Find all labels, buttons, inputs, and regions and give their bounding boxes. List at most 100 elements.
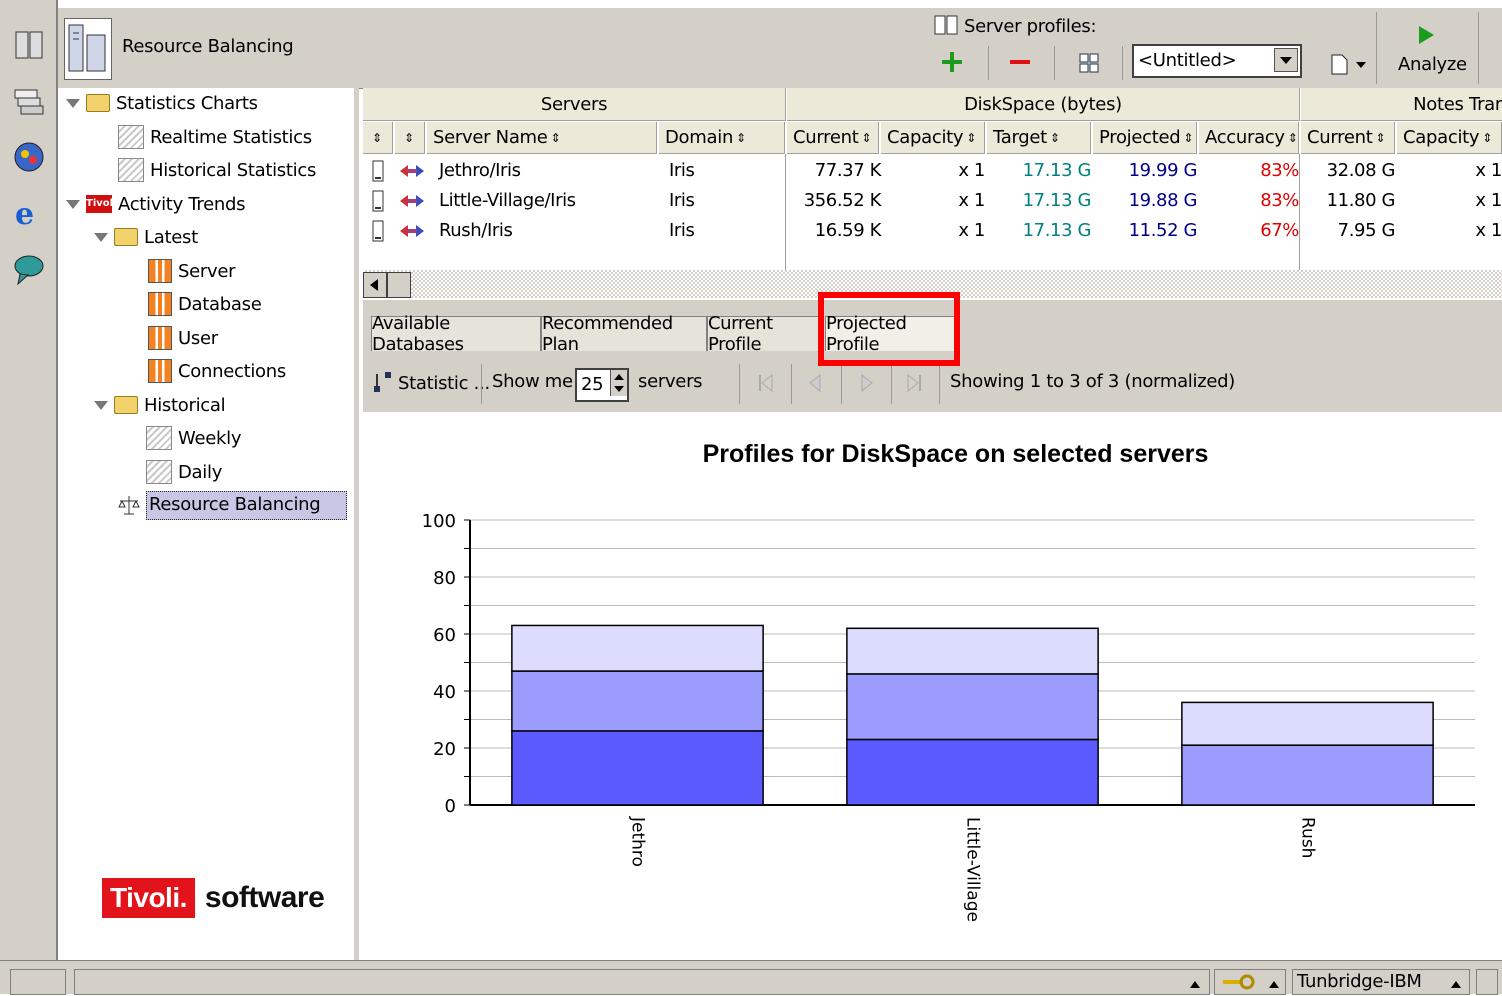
bar-chart-icon: [148, 292, 172, 316]
highlight-box: [818, 292, 960, 366]
bar-segment: [1181, 701, 1434, 746]
cell-current: 16.59 K: [814, 220, 882, 241]
header-bar: Resource Balancing Server profiles: <Unt…: [58, 8, 1502, 89]
show-me-stepper[interactable]: 25: [575, 368, 629, 402]
arrow-up-icon[interactable]: [1449, 975, 1463, 988]
add-profile-button[interactable]: [940, 50, 964, 74]
sort-icon[interactable]: ⇕: [1288, 131, 1298, 145]
stepper-arrows-icon[interactable]: [610, 370, 627, 396]
col-notes-capacity[interactable]: Capacity ⇕: [1397, 122, 1502, 154]
table-row[interactable]: Rush/Iris Iris 16.59 K x 1 17.13 G 11.52 G 67%…: [363, 216, 1502, 246]
tree-item-realtime-statistics[interactable]: Realtime Statistics: [118, 122, 312, 152]
cell-current2: 11.80 G: [1326, 190, 1396, 211]
col-server-name[interactable]: Server Name ⇕: [427, 122, 657, 154]
sort-col-2[interactable]: ⇕: [395, 122, 425, 154]
sort-icon[interactable]: ⇕: [551, 131, 561, 145]
chart-icon: [118, 125, 144, 149]
sort-icon[interactable]: ⇕: [736, 131, 746, 145]
tree-item-latest[interactable]: Latest: [94, 222, 198, 252]
remove-profile-button[interactable]: [1008, 50, 1032, 74]
browser-icon[interactable]: e: [12, 196, 46, 232]
sort-icon[interactable]: ⇕: [1050, 131, 1060, 145]
left-icon-strip: e: [0, 0, 58, 960]
chart-area: Profiles for DiskSpace on selected serve…: [363, 412, 1502, 960]
expand-arrow-icon[interactable]: [94, 232, 108, 242]
analyze-button[interactable]: Analyze: [1398, 54, 1467, 75]
mail-book-icon[interactable]: [12, 28, 46, 62]
server-table: Servers DiskSpace (bytes) Notes Trar ⇕ ⇕ Se…: [363, 88, 1502, 298]
last-page-icon[interactable]: [905, 372, 925, 394]
tab-current-profile[interactable]: Current Profile: [707, 313, 823, 355]
col-capacity[interactable]: Capacity ⇕: [881, 122, 985, 154]
col-projected[interactable]: Projected ⇕: [1093, 122, 1197, 154]
tree-item-weekly[interactable]: Weekly: [146, 423, 241, 453]
col-target[interactable]: Target ⇕: [987, 122, 1091, 154]
server-profiles-label: Server profiles:: [964, 16, 1097, 37]
tab-available-databases[interactable]: Available Databases: [371, 313, 541, 355]
tab-recommended-plan[interactable]: Recommended Plan: [541, 313, 707, 355]
tree-item-historical[interactable]: Historical: [94, 390, 226, 420]
col-domain[interactable]: Domain ⇕: [659, 122, 785, 154]
column-label: Server Name: [433, 127, 548, 148]
sort-icon[interactable]: ⇕: [966, 131, 976, 145]
chat-icon[interactable]: [12, 252, 46, 286]
scroll-left-button[interactable]: [363, 272, 387, 298]
tree-item-historical-statistics[interactable]: Historical Statistics: [118, 155, 316, 185]
tree-item-database[interactable]: Database: [148, 289, 262, 319]
previous-page-icon[interactable]: [805, 372, 825, 394]
key-icon[interactable]: [1221, 972, 1257, 992]
tivoli-logo-icon: Tivoli: [86, 195, 117, 213]
cell-current: 356.52 K: [803, 190, 882, 211]
col-current[interactable]: Current ⇕: [787, 122, 879, 154]
layout-icon[interactable]: [1078, 52, 1100, 74]
bar-segment: [1181, 744, 1434, 806]
scroll-thumb[interactable]: [387, 272, 411, 298]
col-accuracy[interactable]: Accuracy ⇕: [1199, 122, 1299, 154]
sort-icon[interactable]: ⇕: [1482, 131, 1492, 145]
sort-icon[interactable]: ⇕: [862, 131, 872, 145]
first-page-icon[interactable]: [755, 372, 775, 394]
arrow-up-icon[interactable]: [1267, 975, 1281, 988]
stack-icon[interactable]: [12, 84, 46, 118]
tree-item-resource-balancing[interactable]: Resource Balancing: [118, 490, 348, 520]
next-page-icon[interactable]: [857, 372, 877, 394]
tree-item-user[interactable]: User: [148, 323, 218, 353]
col-notes-current[interactable]: Current ⇕: [1301, 122, 1395, 154]
sort-icon[interactable]: ⇕: [1376, 131, 1386, 145]
bar-chart-icon: [148, 359, 172, 383]
table-row[interactable]: Jethro/Iris Iris 77.37 K x 1 17.13 G 19.99 G 8…: [363, 156, 1502, 186]
status-server-panel[interactable]: Tunbridge-IBM: [1292, 969, 1470, 995]
statistic-button[interactable]: Statistic ...: [398, 373, 490, 394]
tree-label: Realtime Statistics: [150, 126, 312, 148]
bar-segment: [511, 670, 764, 732]
tree-label: Daily: [178, 461, 223, 483]
tree-label: Historical Statistics: [150, 159, 317, 181]
tree-item-connections[interactable]: Connections: [148, 356, 286, 386]
resource-balancing-icon: [64, 18, 112, 80]
sort-icon[interactable]: ⇕: [1183, 131, 1193, 145]
status-panel-right: [1476, 969, 1498, 995]
group-header-diskspace: DiskSpace (bytes): [787, 88, 1300, 121]
profile-select[interactable]: <Untitled>: [1132, 44, 1302, 78]
new-document-button[interactable]: [1326, 52, 1370, 76]
column-divider: [785, 154, 786, 270]
sort-icon[interactable]: ⇕: [404, 131, 414, 145]
arrow-up-icon[interactable]: [1188, 975, 1202, 988]
replication-arrows-icon: [399, 193, 425, 213]
table-row[interactable]: Little-Village/Iris Iris 356.52 K x 1 17.13 …: [363, 186, 1502, 216]
scale-icon: [118, 494, 140, 516]
expand-arrow-icon[interactable]: [66, 199, 80, 209]
expand-arrow-icon[interactable]: [94, 400, 108, 410]
expand-arrow-icon[interactable]: [66, 98, 80, 108]
tree-item-statistics-charts[interactable]: Statistics Charts: [66, 88, 258, 118]
cell-target: 17.13 G: [1022, 220, 1092, 241]
sort-icon[interactable]: ⇕: [372, 131, 382, 145]
tree-item-activity-trends[interactable]: Tivoli Activity Trends: [66, 189, 245, 219]
globe-people-icon[interactable]: [12, 140, 46, 174]
column-label: Capacity: [887, 127, 964, 148]
tree-item-server[interactable]: Server: [148, 256, 236, 286]
chevron-down-icon[interactable]: [1274, 48, 1298, 72]
tree-item-daily[interactable]: Daily: [146, 457, 222, 487]
status-bar: Tunbridge-IBM: [0, 960, 1502, 995]
sort-col-1[interactable]: ⇕: [363, 122, 393, 154]
